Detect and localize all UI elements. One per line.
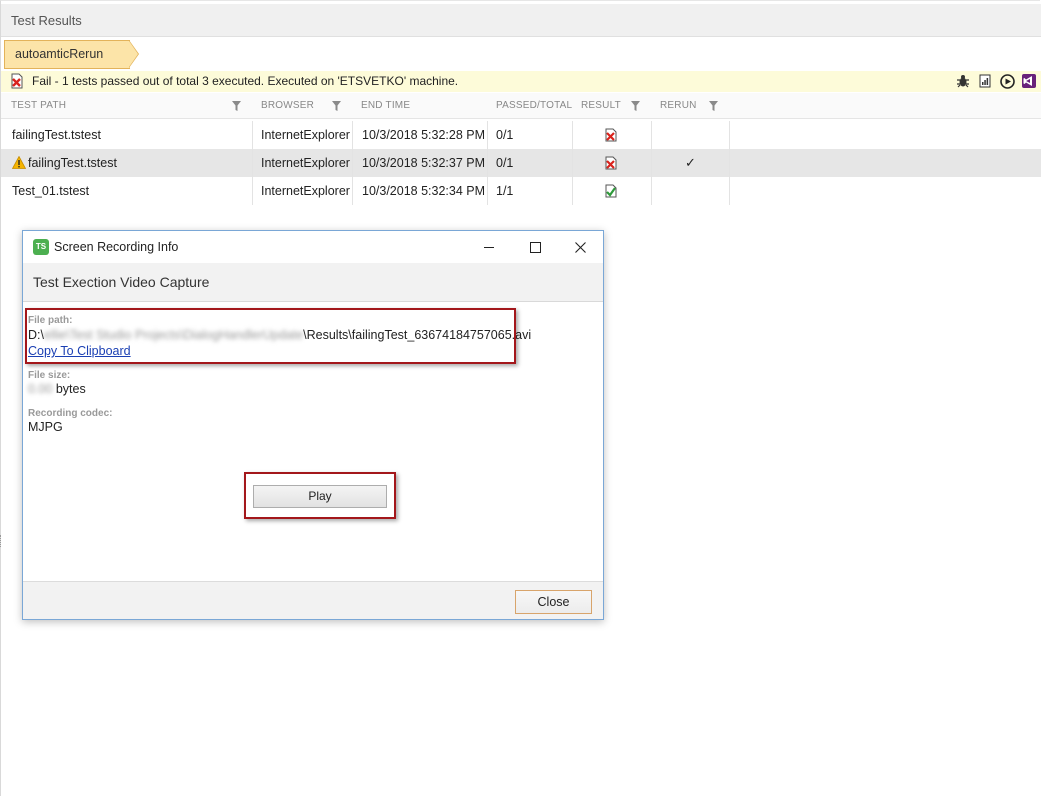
minimize-icon bbox=[484, 247, 494, 248]
fail-status-icon bbox=[11, 73, 23, 89]
fail-result-icon bbox=[605, 156, 617, 170]
file-size-redacted: 0.00 bbox=[28, 382, 53, 396]
rerun-checkmark: ✓ bbox=[685, 155, 696, 170]
status-message: Fail - 1 tests passed out of total 3 exe… bbox=[32, 74, 459, 88]
file-path-highlight bbox=[25, 308, 516, 364]
column-divider bbox=[651, 121, 652, 205]
column-divider bbox=[252, 121, 253, 205]
filter-icon[interactable] bbox=[631, 101, 640, 111]
column-header-result[interactable]: RESULT bbox=[581, 93, 621, 119]
column-divider bbox=[572, 121, 573, 205]
cell-test-path: Test_01.tstest bbox=[12, 184, 90, 198]
play-button[interactable]: Play bbox=[253, 485, 387, 508]
close-icon bbox=[574, 241, 586, 253]
minimize-button[interactable] bbox=[466, 231, 512, 263]
column-divider bbox=[487, 121, 488, 205]
warning-icon bbox=[12, 156, 26, 169]
test-studio-app-icon: TS bbox=[33, 239, 49, 255]
cell-passed-total: 0/1 bbox=[496, 128, 514, 142]
recording-codec-label: Recording codec: bbox=[28, 408, 113, 419]
cell-browser: InternetExplorer bbox=[261, 128, 350, 142]
cell-test-path: failingTest.tstest bbox=[12, 128, 101, 142]
screen-recording-dialog: TS Screen Recording Info Test Exection V… bbox=[22, 230, 604, 620]
cell-end-time: 10/3/2018 5:32:37 PM bbox=[362, 156, 486, 170]
close-window-button[interactable] bbox=[557, 231, 603, 263]
maximize-button[interactable] bbox=[512, 231, 558, 263]
visual-studio-icon[interactable] bbox=[1021, 73, 1037, 89]
table-row[interactable]: failingTest.tstest InternetExplorer 10/3… bbox=[1, 121, 730, 149]
breadcrumb-arrow-fill bbox=[129, 41, 138, 67]
table-row[interactable]: Test_01.tstest InternetExplorer 10/3/201… bbox=[1, 177, 730, 205]
play-icon[interactable] bbox=[999, 73, 1015, 89]
file-size-value: 0.00 bytes bbox=[28, 382, 86, 396]
panel-resize-grip[interactable] bbox=[0, 535, 3, 547]
cell-browser: InternetExplorer bbox=[261, 184, 350, 198]
column-header-passed-total[interactable]: PASSED/TOTAL bbox=[496, 93, 572, 119]
filter-icon[interactable] bbox=[709, 101, 718, 111]
cell-end-time: 10/3/2018 5:32:34 PM bbox=[362, 184, 486, 198]
filter-icon[interactable] bbox=[232, 101, 241, 111]
column-header-end-time[interactable]: END TIME bbox=[361, 93, 410, 119]
filter-icon[interactable] bbox=[332, 101, 341, 111]
cell-browser: InternetExplorer bbox=[261, 156, 350, 170]
status-bar: Fail - 1 tests passed out of total 3 exe… bbox=[1, 71, 1041, 92]
column-header-browser[interactable]: BROWSER bbox=[261, 93, 314, 119]
cell-test-path: failingTest.tstest bbox=[28, 156, 117, 170]
file-size-unit: bytes bbox=[55, 382, 86, 396]
column-divider bbox=[352, 121, 353, 205]
maximize-icon bbox=[529, 241, 541, 253]
dialog-header: Test Exection Video Capture bbox=[23, 263, 603, 302]
pass-result-icon bbox=[605, 184, 617, 198]
report-icon[interactable] bbox=[977, 73, 993, 89]
cell-end-time: 10/3/2018 5:32:28 PM bbox=[362, 128, 486, 142]
dialog-titlebar[interactable]: TS Screen Recording Info bbox=[23, 231, 603, 263]
panel-title: Test Results bbox=[1, 4, 1041, 37]
table-row[interactable]: failingTest.tstest InternetExplorer 10/3… bbox=[1, 149, 1041, 177]
cell-passed-total: 1/1 bbox=[496, 184, 514, 198]
file-size-label: File size: bbox=[28, 370, 71, 381]
column-header-test-path[interactable]: TEST PATH bbox=[11, 93, 66, 119]
dialog-title: Screen Recording Info bbox=[54, 240, 179, 254]
column-header-rerun[interactable]: RERUN bbox=[660, 93, 697, 119]
dialog-header-text: Test Exection Video Capture bbox=[33, 274, 210, 290]
bug-icon[interactable] bbox=[955, 73, 971, 89]
grid-header: TEST PATH BROWSER END TIME PASSED/TOTAL … bbox=[1, 93, 1041, 119]
close-button[interactable]: Close bbox=[515, 590, 592, 614]
cell-passed-total: 0/1 bbox=[496, 156, 514, 170]
dialog-footer: Close bbox=[23, 581, 603, 619]
status-toolbar bbox=[955, 73, 1037, 90]
fail-result-icon bbox=[605, 128, 617, 142]
breadcrumb-item[interactable]: autoamticRerun Tests bbox=[4, 40, 130, 88]
recording-codec-value: MJPG bbox=[28, 420, 63, 434]
column-divider bbox=[729, 121, 730, 205]
